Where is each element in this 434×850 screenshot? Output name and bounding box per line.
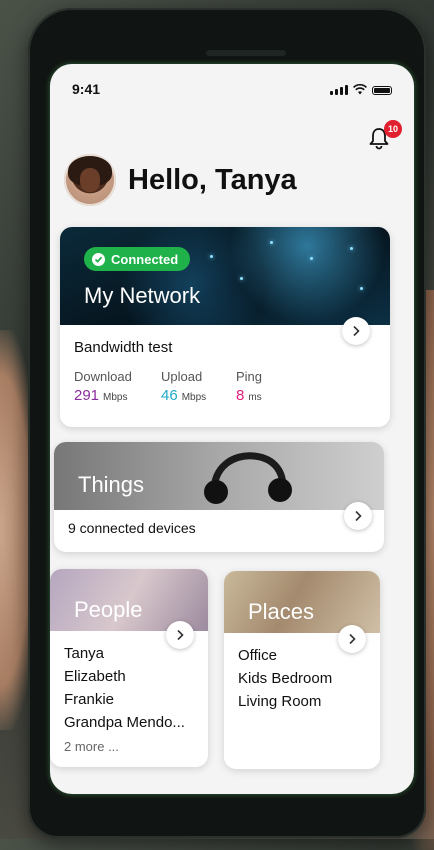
upload-label: Upload: [161, 369, 203, 384]
download-value: 291 Mbps: [74, 387, 128, 404]
phone-speaker: [206, 50, 286, 56]
places-item[interactable]: Living Room: [238, 693, 321, 710]
network-title: My Network: [84, 283, 201, 308]
people-item[interactable]: Tanya: [64, 645, 104, 662]
connected-badge: Connected: [84, 247, 191, 271]
status-time: 9:41: [72, 81, 101, 97]
things-card[interactable]: Things 9 connected devices: [54, 442, 384, 552]
ping-value: 8 ms: [236, 387, 262, 404]
chevron-right-icon: [349, 633, 356, 645]
people-title: People: [74, 597, 143, 622]
places-card[interactable]: Places Office Kids Bedroom Living Room: [224, 571, 380, 769]
notification-badge: 10: [384, 120, 402, 138]
check-circle-icon: [92, 252, 105, 266]
places-chevron-button[interactable]: [338, 625, 366, 653]
people-card[interactable]: People Tanya Elizabeth Frankie Grandpa M…: [50, 569, 208, 767]
places-hero-image: Places: [224, 571, 380, 633]
network-hero-image: Connected My Network: [60, 227, 390, 325]
people-more-link[interactable]: 2 more ...: [64, 739, 119, 754]
places-item[interactable]: Kids Bedroom: [238, 670, 332, 687]
things-chevron-button[interactable]: [344, 502, 372, 530]
people-chevron-button[interactable]: [166, 621, 194, 649]
chevron-right-icon: [355, 510, 362, 522]
greeting-title: Hello, Tanya: [128, 164, 297, 196]
upload-value: 46 Mbps: [161, 387, 207, 404]
bandwidth-title: Bandwidth test: [74, 339, 173, 356]
status-icons: [330, 84, 392, 95]
headphones-image: [204, 452, 292, 504]
app-screen: 9:41 10 Hello, Tanya Connected My Networ…: [50, 64, 414, 794]
download-label: Download: [74, 369, 132, 384]
chevron-right-icon: [177, 629, 184, 641]
things-subtitle: 9 connected devices: [68, 520, 196, 536]
places-title: Places: [248, 599, 315, 624]
things-title: Things: [78, 472, 145, 497]
things-hero-image: Things: [54, 442, 384, 510]
network-card[interactable]: Connected My Network Bandwidth test Down…: [60, 227, 390, 427]
chevron-right-icon: [353, 325, 360, 337]
people-item[interactable]: Elizabeth: [64, 668, 126, 685]
signal-icon: [330, 85, 348, 95]
avatar[interactable]: [64, 154, 116, 206]
wifi-icon: [353, 84, 367, 95]
battery-icon: [372, 86, 392, 95]
people-item[interactable]: Grandpa Mendo...: [64, 714, 185, 731]
status-bar: 9:41: [50, 64, 414, 108]
ping-label: Ping: [236, 369, 263, 384]
places-item[interactable]: Office: [238, 647, 277, 664]
people-item[interactable]: Frankie: [64, 691, 114, 708]
connected-label: Connected: [111, 251, 179, 267]
network-chevron-button[interactable]: [342, 317, 370, 345]
